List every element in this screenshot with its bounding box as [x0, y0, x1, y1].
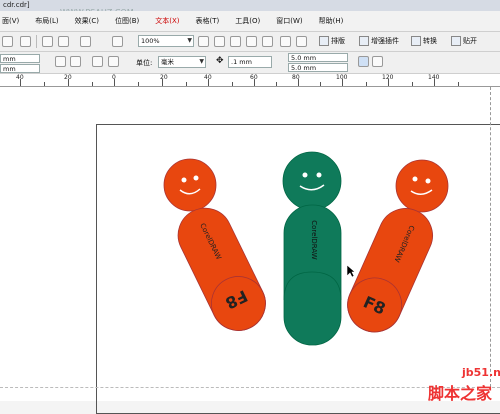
left-body	[177, 207, 266, 331]
right-eye	[412, 176, 418, 182]
left-eye	[181, 177, 187, 183]
mouse-pointer-icon	[346, 264, 356, 280]
left-eye	[193, 175, 199, 181]
artwork: CorelDRAW F8 CorelDRAW CorelDRAW F8	[163, 151, 449, 346]
center-eye	[316, 172, 322, 178]
left-head	[163, 158, 217, 212]
center-eye	[302, 172, 308, 178]
center-body-text: CorelDRAW	[310, 220, 318, 260]
right-head	[395, 159, 449, 213]
watermark-site: jb51.net	[462, 366, 500, 379]
right-figure[interactable]: CorelDRAW F8	[339, 159, 449, 341]
center-figure[interactable]: CorelDRAW	[282, 151, 342, 346]
watermark-brand: 脚本之家	[428, 384, 493, 403]
left-figure[interactable]: CorelDRAW F8	[163, 158, 275, 340]
center-head	[282, 151, 342, 211]
right-eye	[425, 178, 431, 184]
